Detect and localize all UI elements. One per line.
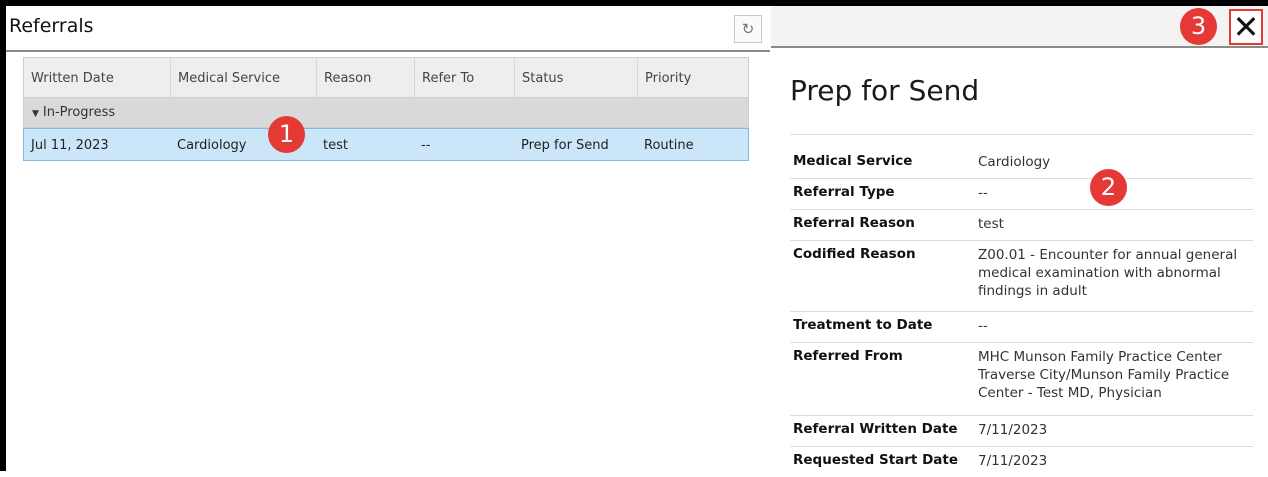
group-label: In-Progress	[42, 105, 116, 120]
referral-detail-panel: ✕ 3 Prep for Send Medical Service Cardio…	[771, 6, 1268, 471]
detail-label: Medical Service	[793, 153, 913, 169]
caret-down-icon: ▼	[32, 109, 39, 119]
detail-title: Prep for Send	[790, 74, 980, 107]
cell-status: Prep for Send	[521, 138, 609, 153]
detail-row-referral-written-date: Referral Written Date 7/11/2023	[790, 416, 1253, 447]
detail-label: Referral Written Date	[793, 421, 958, 437]
detail-label: Codified Reason	[793, 246, 916, 262]
refresh-button[interactable]: ↻	[734, 15, 762, 43]
detail-label: Requested Start Date	[793, 452, 959, 468]
callout-badge-1: 1	[268, 116, 305, 153]
detail-value: Z00.01 - Encounter for annual general me…	[978, 247, 1238, 299]
detail-value: --	[978, 318, 988, 334]
detail-row-treatment-to-date: Treatment to Date --	[790, 312, 1253, 343]
detail-row-referral-reason: Referral Reason test	[790, 210, 1253, 241]
detail-table: Medical Service Cardiology Referral Type…	[790, 148, 1253, 477]
detail-value: MHC Munson Family Practice Center Traver…	[978, 349, 1230, 401]
column-header-medical-service[interactable]: Medical Service	[170, 58, 316, 97]
cell-reason: test	[323, 138, 348, 153]
detail-row-codified-reason: Codified Reason Z00.01 - Encounter for a…	[790, 241, 1253, 312]
detail-row-requested-start-date: Requested Start Date 7/11/2023	[790, 447, 1253, 477]
detail-label: Treatment to Date	[793, 317, 933, 333]
detail-label: Referral Type	[793, 184, 895, 200]
column-header-reason[interactable]: Reason	[316, 58, 414, 97]
refresh-icon: ↻	[741, 20, 755, 38]
cell-refer-to: --	[421, 138, 431, 153]
detail-value: 7/11/2023	[978, 422, 1048, 438]
detail-label: Referred From	[793, 348, 903, 364]
column-header-refer-to[interactable]: Refer To	[414, 58, 514, 97]
divider	[790, 134, 1253, 135]
panel-title: Referrals	[9, 15, 94, 37]
table-row[interactable]: Jul 11, 2023 Cardiology test -- Prep for…	[23, 128, 749, 161]
column-header-status[interactable]: Status	[514, 58, 637, 97]
close-icon: ✕	[1232, 8, 1260, 46]
detail-label: Referral Reason	[793, 215, 915, 231]
callout-badge-3: 3	[1180, 8, 1217, 45]
grid-header: Written Date Medical Service Reason Refe…	[23, 57, 749, 98]
detail-value: Cardiology	[978, 154, 1051, 170]
close-button[interactable]: ✕	[1229, 9, 1263, 45]
referrals-grid: Written Date Medical Service Reason Refe…	[23, 57, 749, 161]
detail-value: test	[978, 216, 1004, 232]
detail-row-referral-type: Referral Type --	[790, 179, 1253, 210]
detail-row-medical-service: Medical Service Cardiology	[790, 148, 1253, 179]
callout-badge-2: 2	[1090, 169, 1127, 206]
cell-priority: Routine	[644, 138, 694, 153]
referrals-panel: Referrals ↻ Written Date Medical Service…	[6, 6, 770, 471]
column-header-priority[interactable]: Priority	[637, 58, 750, 97]
column-header-written-date[interactable]: Written Date	[24, 58, 170, 97]
cell-written-date: Jul 11, 2023	[31, 138, 109, 153]
detail-row-referred-from: Referred From MHC Munson Family Practice…	[790, 343, 1253, 416]
detail-value: 7/11/2023	[978, 453, 1048, 469]
referrals-header: Referrals ↻	[6, 6, 770, 52]
group-row-in-progress[interactable]: ▼ In-Progress	[23, 98, 749, 128]
